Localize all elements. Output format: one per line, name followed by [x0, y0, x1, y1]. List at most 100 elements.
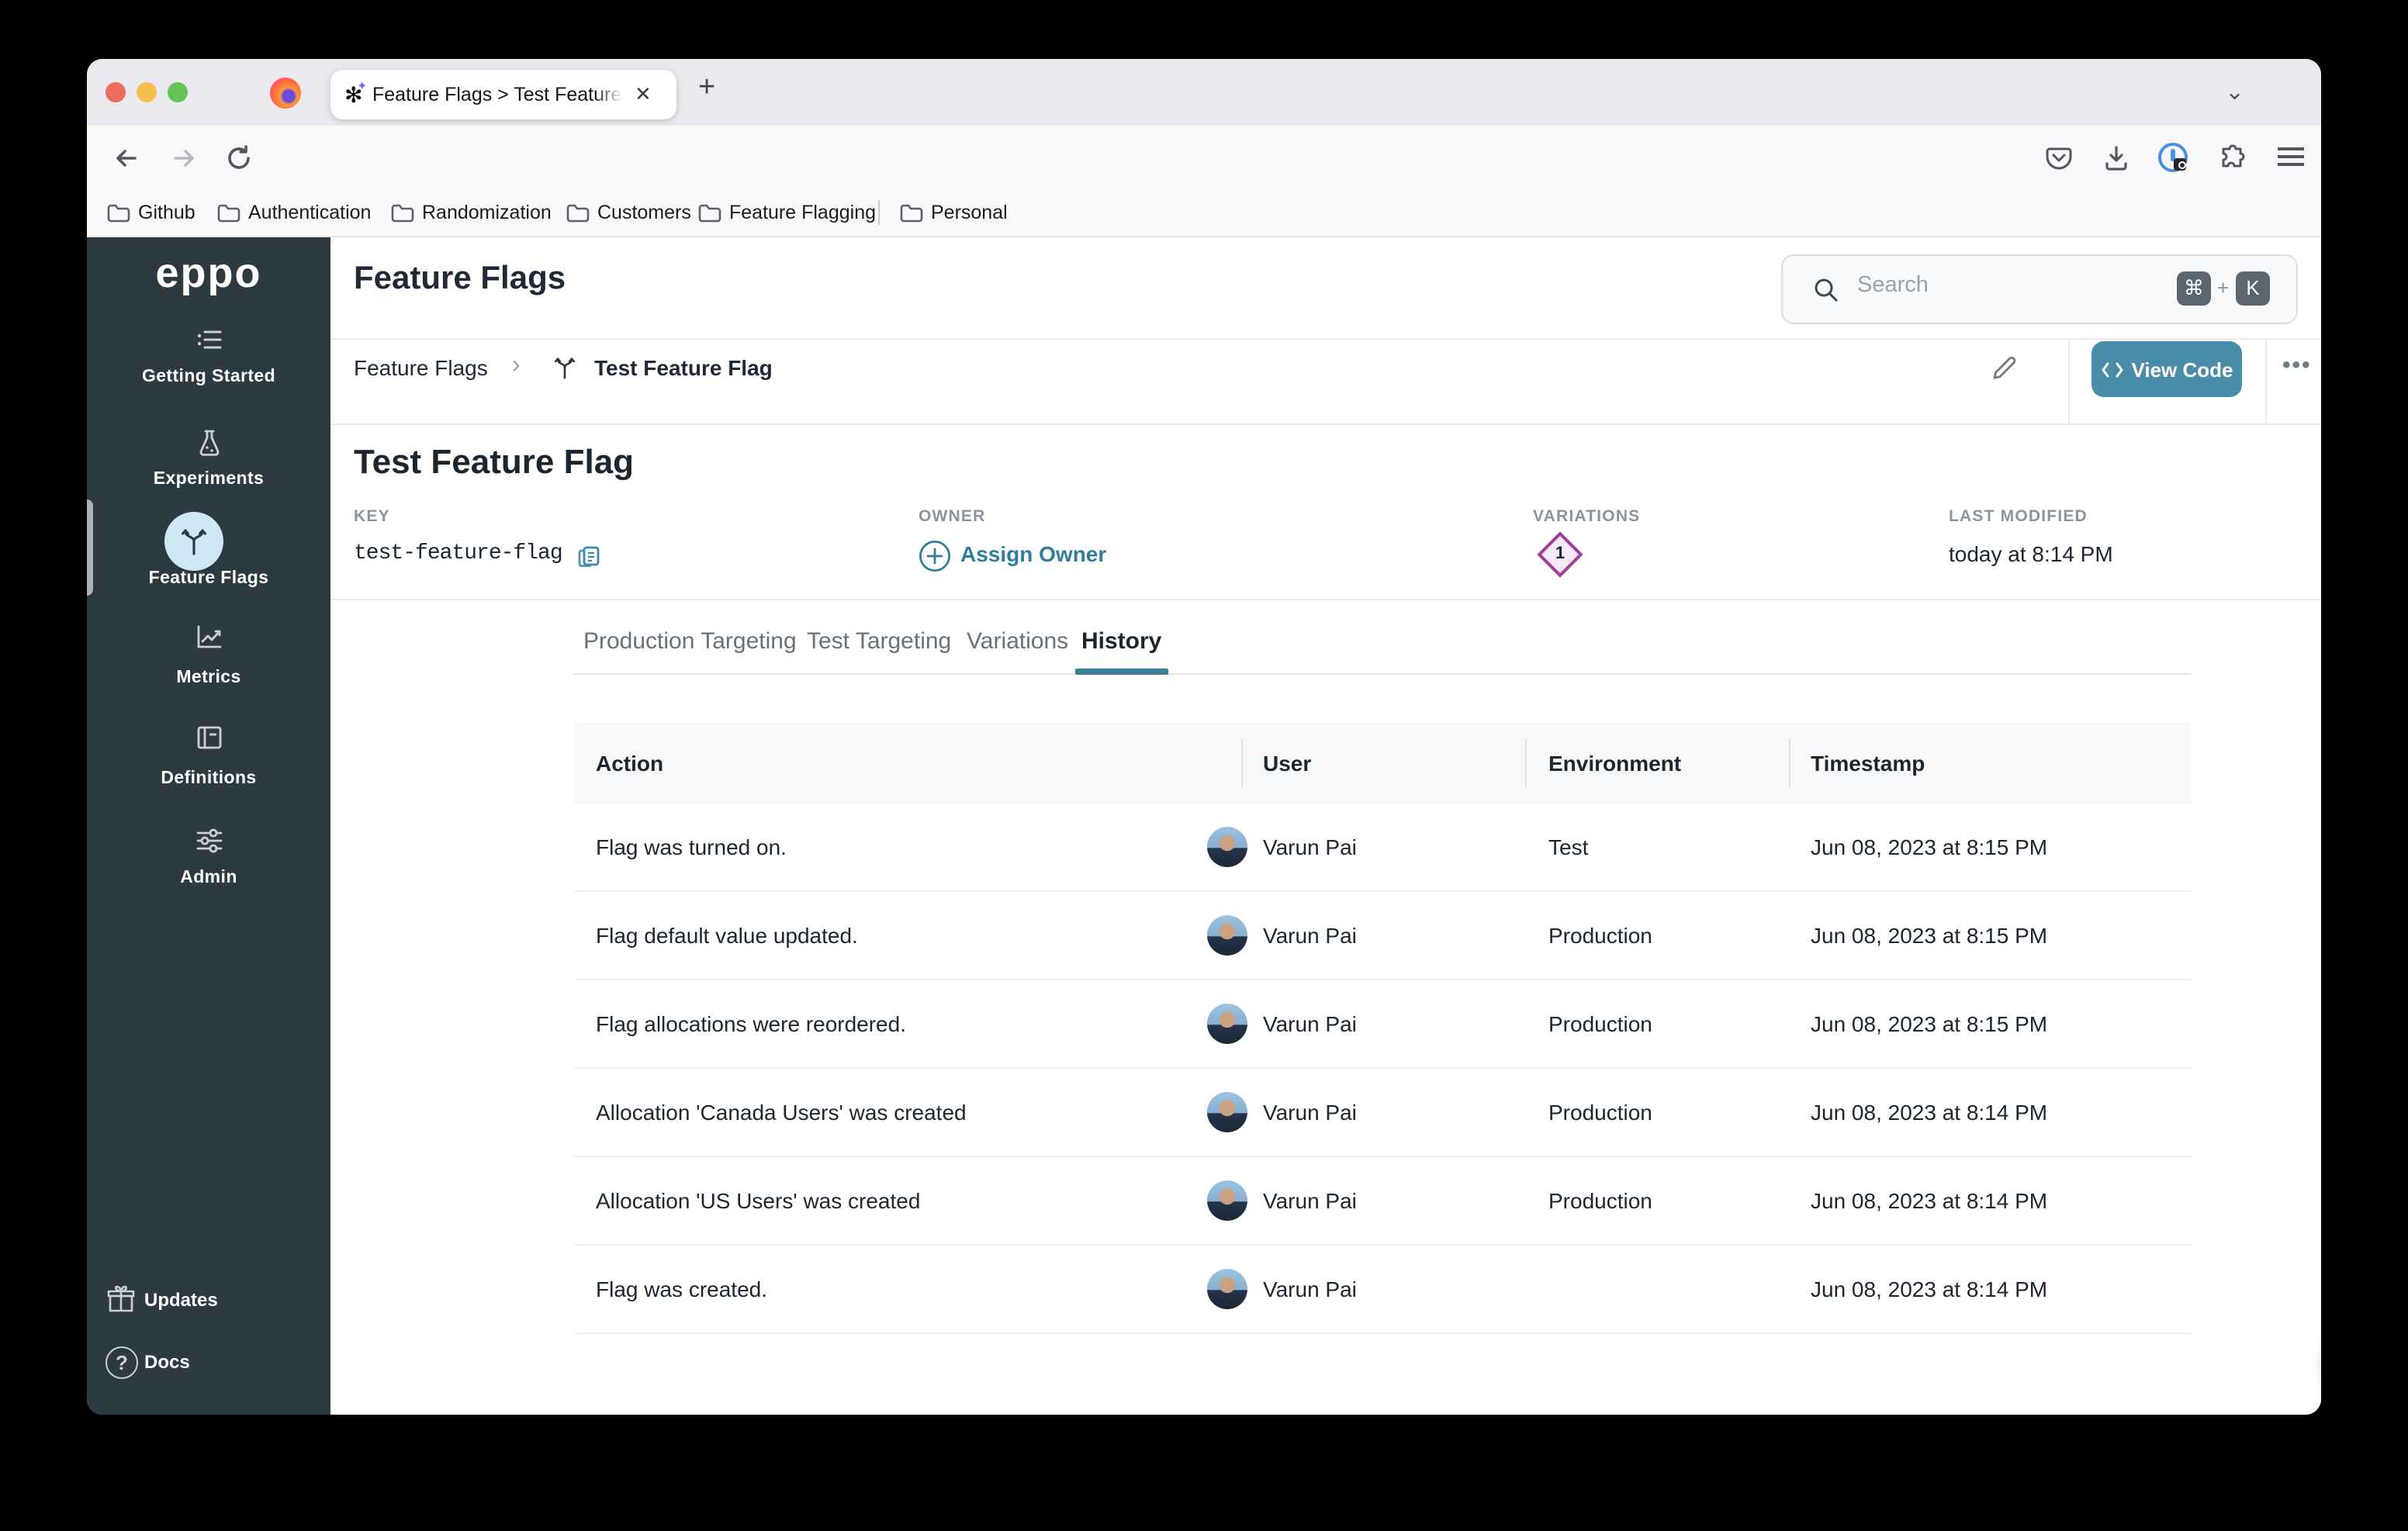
refresh-button[interactable] [223, 143, 254, 174]
tab-variations[interactable]: Variations [967, 628, 1068, 655]
forward-button[interactable] [169, 143, 200, 174]
column-divider [1525, 738, 1527, 788]
folder-icon [391, 204, 414, 223]
sidebar-item-definitions[interactable]: Definitions [87, 769, 330, 788]
sidebar-item-updates[interactable]: Updates [144, 1289, 218, 1311]
app-sidebar: eppo Getting Started Experiments Feature… [87, 237, 330, 1415]
history-table: Action User Environment Timestamp Flag w… [574, 723, 2191, 1334]
bookmark-item[interactable]: Customers [597, 202, 691, 223]
folder-icon [900, 204, 923, 223]
sidebar-item-getting-started[interactable]: Getting Started [87, 368, 330, 386]
downloads-icon[interactable] [2102, 144, 2130, 172]
action-cell: Flag was turned on. [596, 835, 787, 859]
pocket-icon[interactable] [2045, 144, 2073, 172]
environment-cell: Production [1548, 1011, 1652, 1036]
active-tab-underline [1075, 669, 1168, 675]
user-cell: Varun Pai [1263, 1188, 1357, 1213]
list-icon [197, 330, 222, 349]
menu-hamburger-icon[interactable] [2278, 147, 2304, 150]
app-main: Feature Flags ⌘ + K Feature Flags › Test… [330, 237, 2321, 1415]
metrics-icon [197, 625, 222, 648]
search-input[interactable] [1854, 271, 2109, 299]
action-cell: Flag allocations were reordered. [596, 1011, 906, 1036]
last-modified-value: today at 8:14 PM [1949, 541, 2113, 566]
sidebar-item-feature-flags[interactable]: Feature Flags [87, 569, 330, 588]
user-avatar [1207, 1269, 1247, 1309]
browser-tab[interactable]: ✻ ✦ Feature Flags > Test Feature Fla ✕ [330, 70, 676, 119]
bookmark-item[interactable]: Github [138, 202, 195, 223]
user-cell: Varun Pai [1263, 1277, 1357, 1301]
flag-key-value: test-feature-flag [354, 541, 563, 566]
view-code-button[interactable]: View Code [2091, 341, 2242, 397]
page-title: Feature Flags [354, 261, 566, 296]
divider-vertical [2265, 338, 2267, 423]
column-header-environment: Environment [1548, 751, 1682, 776]
action-cell: Allocation 'US Users' was created [596, 1188, 921, 1213]
sidebar-item-docs[interactable]: Docs [144, 1351, 190, 1373]
divider [330, 338, 2321, 340]
sidebar-item-metrics[interactable]: Metrics [87, 669, 330, 687]
breadcrumb-chevron-icon: › [512, 352, 521, 378]
last-modified-label: LAST MODIFIED [1949, 507, 2088, 526]
browser-window: ✻ ✦ Feature Flags > Test Feature Fla ✕ + … [87, 59, 2321, 1415]
folder-icon [217, 204, 240, 223]
divider-vertical [2068, 338, 2070, 423]
tab-history[interactable]: History [1081, 628, 1161, 655]
flask-icon [199, 430, 220, 456]
user-cell: Varun Pai [1263, 1011, 1357, 1036]
timestamp-cell: Jun 08, 2023 at 8:15 PM [1811, 835, 2048, 859]
folder-icon [698, 204, 721, 223]
sidebar-item-admin[interactable]: Admin [87, 869, 330, 887]
action-cell: Allocation 'Canada Users' was created [596, 1100, 967, 1125]
user-avatar [1207, 1004, 1247, 1044]
bookmark-item[interactable]: Personal [931, 202, 1008, 223]
edit-pencil-icon[interactable] [1991, 354, 2020, 383]
feature-flag-branch-icon [182, 529, 206, 555]
onepassword-icon[interactable] [2158, 143, 2188, 172]
feature-flag-branch-icon [554, 358, 576, 379]
question-icon: ? [106, 1346, 138, 1379]
timestamp-cell: Jun 08, 2023 at 8:14 PM [1811, 1188, 2048, 1213]
divider [330, 423, 2321, 425]
action-cell: Flag default value updated. [596, 923, 858, 948]
bookmarks-bar: Github Authentication Randomization Cust… [87, 189, 2321, 237]
more-options-button[interactable]: ••• [2282, 352, 2312, 378]
new-tab-button[interactable]: + [698, 71, 715, 105]
back-button[interactable] [110, 143, 141, 174]
cmd-key-badge: ⌘ [2177, 271, 2211, 306]
tab-production-targeting[interactable]: Production Targeting [583, 628, 797, 655]
tab-test-targeting[interactable]: Test Targeting [807, 628, 951, 655]
environment-cell: Test [1548, 835, 1589, 859]
eppo-logo[interactable]: eppo [87, 250, 330, 298]
code-brackets-icon [2101, 361, 2123, 377]
column-divider [1241, 738, 1243, 788]
user-avatar [1207, 827, 1247, 867]
divider [330, 599, 2321, 600]
folder-icon [107, 204, 130, 223]
table-row: Flag allocations were reordered. Varun P… [574, 980, 2191, 1069]
traffic-light-zoom[interactable] [168, 82, 188, 102]
bookmarks-separator [878, 200, 880, 225]
user-avatar [1207, 1180, 1247, 1221]
search-box[interactable]: ⌘ + K [1781, 254, 2298, 324]
bookmark-item[interactable]: Randomization [422, 202, 552, 223]
traffic-light-minimize[interactable] [137, 82, 157, 102]
user-cell: Varun Pai [1263, 835, 1357, 859]
sidebar-item-experiments[interactable]: Experiments [87, 470, 330, 489]
bookmark-item[interactable]: Feature Flagging [729, 202, 876, 223]
timestamp-cell: Jun 08, 2023 at 8:15 PM [1811, 923, 2048, 948]
shortcut-plus: + [2217, 276, 2230, 299]
bookmark-item[interactable]: Authentication [248, 202, 371, 223]
plus-circle-icon[interactable] [919, 540, 951, 572]
table-row: Flag was created. Varun Pai Jun 08, 2023… [574, 1246, 2191, 1334]
tab-close-icon[interactable]: ✕ [635, 82, 652, 107]
tab-list-chevron-icon[interactable]: ⌄ [2225, 78, 2244, 105]
traffic-light-close[interactable] [106, 82, 126, 102]
extensions-puzzle-icon[interactable] [2219, 144, 2247, 172]
table-row: Allocation 'US Users' was created Varun … [574, 1157, 2191, 1246]
assign-owner-link[interactable]: Assign Owner [960, 541, 1106, 566]
user-avatar [1207, 915, 1247, 956]
copy-icon[interactable] [576, 541, 602, 569]
breadcrumb-parent[interactable]: Feature Flags [354, 355, 488, 380]
view-code-label: View Code [2131, 358, 2233, 381]
